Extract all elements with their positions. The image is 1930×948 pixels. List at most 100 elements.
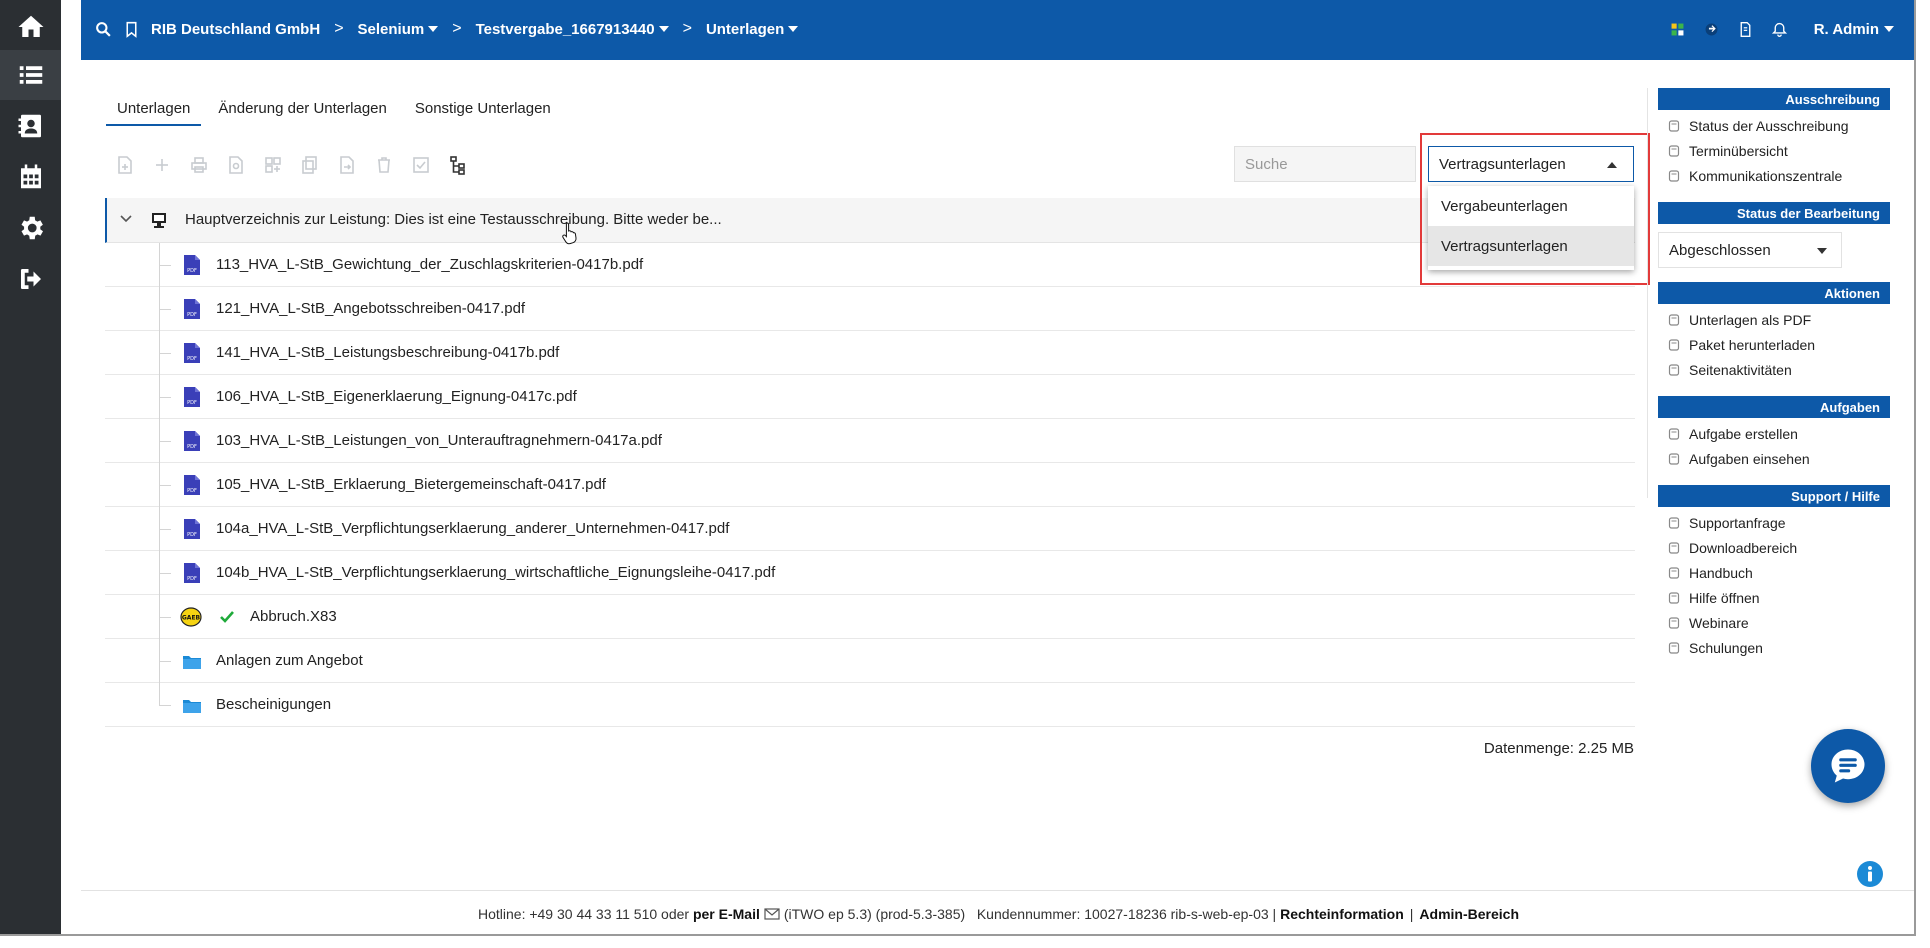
tree-connector (159, 529, 171, 530)
print-icon[interactable] (186, 153, 211, 178)
breadcrumb-company[interactable]: RIB Deutschland GmbH (151, 21, 320, 38)
add-document-icon[interactable] (112, 153, 137, 178)
link-bullet-icon (1668, 516, 1680, 529)
svg-text:PDF: PDF (187, 312, 197, 318)
side-link[interactable]: Handbuch (1658, 560, 1890, 585)
home-icon[interactable] (0, 2, 61, 52)
svg-text:PDF: PDF (187, 444, 197, 450)
gear-icon[interactable] (0, 203, 61, 253)
calendar-icon[interactable] (0, 152, 61, 202)
status-select[interactable]: Abgeschlossen (1658, 232, 1842, 268)
tree-root-row[interactable]: Hauptverzeichnis zur Leistung: Dies ist … (105, 198, 1635, 243)
logout-icon[interactable] (0, 254, 61, 304)
check-icon (220, 611, 234, 623)
tree-file-row[interactable]: PDF 105_HVA_L-StB_Erklaerung_Bietergemein… (105, 463, 1635, 507)
switch-icon[interactable] (1702, 19, 1722, 39)
breadcrumb-separator: > (334, 20, 344, 37)
add-item-icon[interactable] (149, 153, 174, 178)
link-bullet-icon (1668, 452, 1680, 465)
side-link[interactable]: Status der Ausschreibung (1658, 113, 1890, 138)
tab-bar: Unterlagen Änderung der Unterlagen Sonst… (106, 96, 568, 126)
breadcrumb-documents[interactable]: Unterlagen (706, 21, 799, 38)
search-icon[interactable] (93, 19, 113, 39)
chevron-down-icon (1817, 248, 1827, 254)
side-link[interactable]: Aufgabe erstellen (1658, 421, 1890, 446)
link-list: Status der Ausschreibung Terminübersicht K… (1658, 110, 1890, 188)
tab-sonstige[interactable]: Sonstige Unterlagen (404, 96, 562, 126)
option-vergabeunterlagen[interactable]: Vergabeunterlagen (1428, 186, 1634, 226)
section-title: Aktionen (1658, 282, 1890, 304)
side-link[interactable]: Seitenaktivitäten (1658, 357, 1890, 382)
side-link[interactable]: Kommunikationszentrale (1658, 163, 1890, 188)
hand-cursor-icon (562, 222, 577, 245)
side-link[interactable]: Hilfe öffnen (1658, 585, 1890, 610)
info-icon[interactable] (1856, 860, 1884, 888)
tree-file-row[interactable]: PDF 106_HVA_L-StB_Eigenerklaerung_Eignung… (105, 375, 1635, 419)
link-bullet-icon (1668, 338, 1680, 351)
section-title: Support / Hilfe (1658, 485, 1890, 507)
trash-icon[interactable] (371, 153, 396, 178)
list-icon[interactable] (0, 50, 61, 100)
section-title: Status der Bearbeitung (1658, 202, 1890, 224)
bookmark-icon[interactable] (121, 19, 141, 39)
side-link[interactable]: Schulungen (1658, 635, 1890, 660)
tree-file-row[interactable]: PDF 141_HVA_L-StB_Leistungsbeschreibung-0… (105, 331, 1635, 375)
tab-aenderung[interactable]: Änderung der Unterlagen (207, 96, 397, 126)
breadcrumb-separator: > (682, 20, 692, 37)
pdf-icon: PDF (184, 343, 200, 363)
chevron-down-icon (788, 26, 799, 32)
tree-structure-icon[interactable] (445, 153, 470, 178)
more-vertical-icon[interactable] (64, 6, 72, 24)
svg-text:PDF: PDF (187, 268, 197, 274)
bell-icon[interactable] (1770, 19, 1790, 39)
folder-label: Bescheinigungen (216, 696, 332, 713)
contacts-icon[interactable] (0, 101, 61, 151)
tree-file-row[interactable]: GAEB Abbruch.X83 (105, 595, 1635, 639)
tree-file-row[interactable]: PDF 104a_HVA_L-StB_Verpflichtungserklaeru… (105, 507, 1635, 551)
side-link[interactable]: Supportanfrage (1658, 510, 1890, 535)
chat-button[interactable] (1811, 729, 1885, 803)
footer-admin-link[interactable]: Admin-Bereich (1419, 906, 1519, 922)
tree-connector (159, 573, 171, 574)
grid-add-icon[interactable] (260, 153, 285, 178)
data-size: Datenmenge: 2.25 MB (1483, 740, 1634, 757)
side-link[interactable]: Unterlagen als PDF (1658, 307, 1890, 332)
folder-label: Anlagen zum Angebot (216, 652, 363, 669)
option-vertragsunterlagen[interactable]: Vertragsunterlagen (1428, 226, 1634, 266)
file-label: Abbruch.X83 (250, 608, 337, 625)
tree-file-row[interactable]: PDF 103_HVA_L-StB_Leistungen_von_Unterauf… (105, 419, 1635, 463)
breadcrumb-tender[interactable]: Testvergabe_1667913440 (476, 21, 669, 38)
tree-folder-row[interactable]: Anlagen zum Angebot (105, 639, 1635, 683)
svg-text:GAEB: GAEB (182, 615, 201, 622)
footer-divider: | (1409, 905, 1414, 922)
file-label: 105_HVA_L-StB_Erklaerung_Bietergemeinsch… (216, 476, 606, 493)
tree-file-row[interactable]: PDF 113_HVA_L-StB_Gewichtung_der_Zuschlag… (105, 243, 1635, 287)
link-list: Unterlagen als PDF Paket herunterladen Sei… (1658, 304, 1890, 382)
move-icon[interactable] (334, 153, 359, 178)
side-link[interactable]: Terminübersicht (1658, 138, 1890, 163)
side-link[interactable]: Webinare (1658, 610, 1890, 635)
copy-icon[interactable] (297, 153, 322, 178)
file-label: 104b_HVA_L-StB_Verpflichtungserklaerung_… (216, 564, 776, 581)
apps-icon[interactable] (1668, 19, 1688, 39)
breadcrumb-project[interactable]: Selenium (358, 21, 439, 38)
section-title: Aufgaben (1658, 396, 1890, 418)
document-type-select[interactable]: Vertragsunterlagen (1428, 146, 1634, 182)
user-menu[interactable]: R. Admin (1814, 21, 1894, 38)
chevron-down-icon[interactable] (119, 212, 133, 226)
svg-text:PDF: PDF (187, 532, 197, 538)
tree-file-row[interactable]: PDF 104b_HVA_L-StB_Verpflichtungserklaeru… (105, 551, 1635, 595)
link-bullet-icon (1668, 144, 1680, 157)
tree-folder-row[interactable]: Bescheinigungen (105, 683, 1635, 727)
tab-unterlagen[interactable]: Unterlagen (106, 96, 202, 126)
side-link[interactable]: Paket herunterladen (1658, 332, 1890, 357)
side-link[interactable]: Aufgaben einsehen (1658, 446, 1890, 471)
side-link[interactable]: Downloadbereich (1658, 535, 1890, 560)
search-input[interactable] (1234, 146, 1416, 182)
footer-email-link[interactable]: per E-Mail (693, 906, 760, 922)
footer-legal-link[interactable]: Rechteinformation (1280, 906, 1404, 922)
tree-file-row[interactable]: PDF 121_HVA_L-StB_Angebotsschreiben-0417.… (105, 287, 1635, 331)
preview-icon[interactable] (223, 153, 248, 178)
document-flag-icon[interactable] (1736, 19, 1756, 39)
checklist-icon[interactable] (408, 153, 433, 178)
